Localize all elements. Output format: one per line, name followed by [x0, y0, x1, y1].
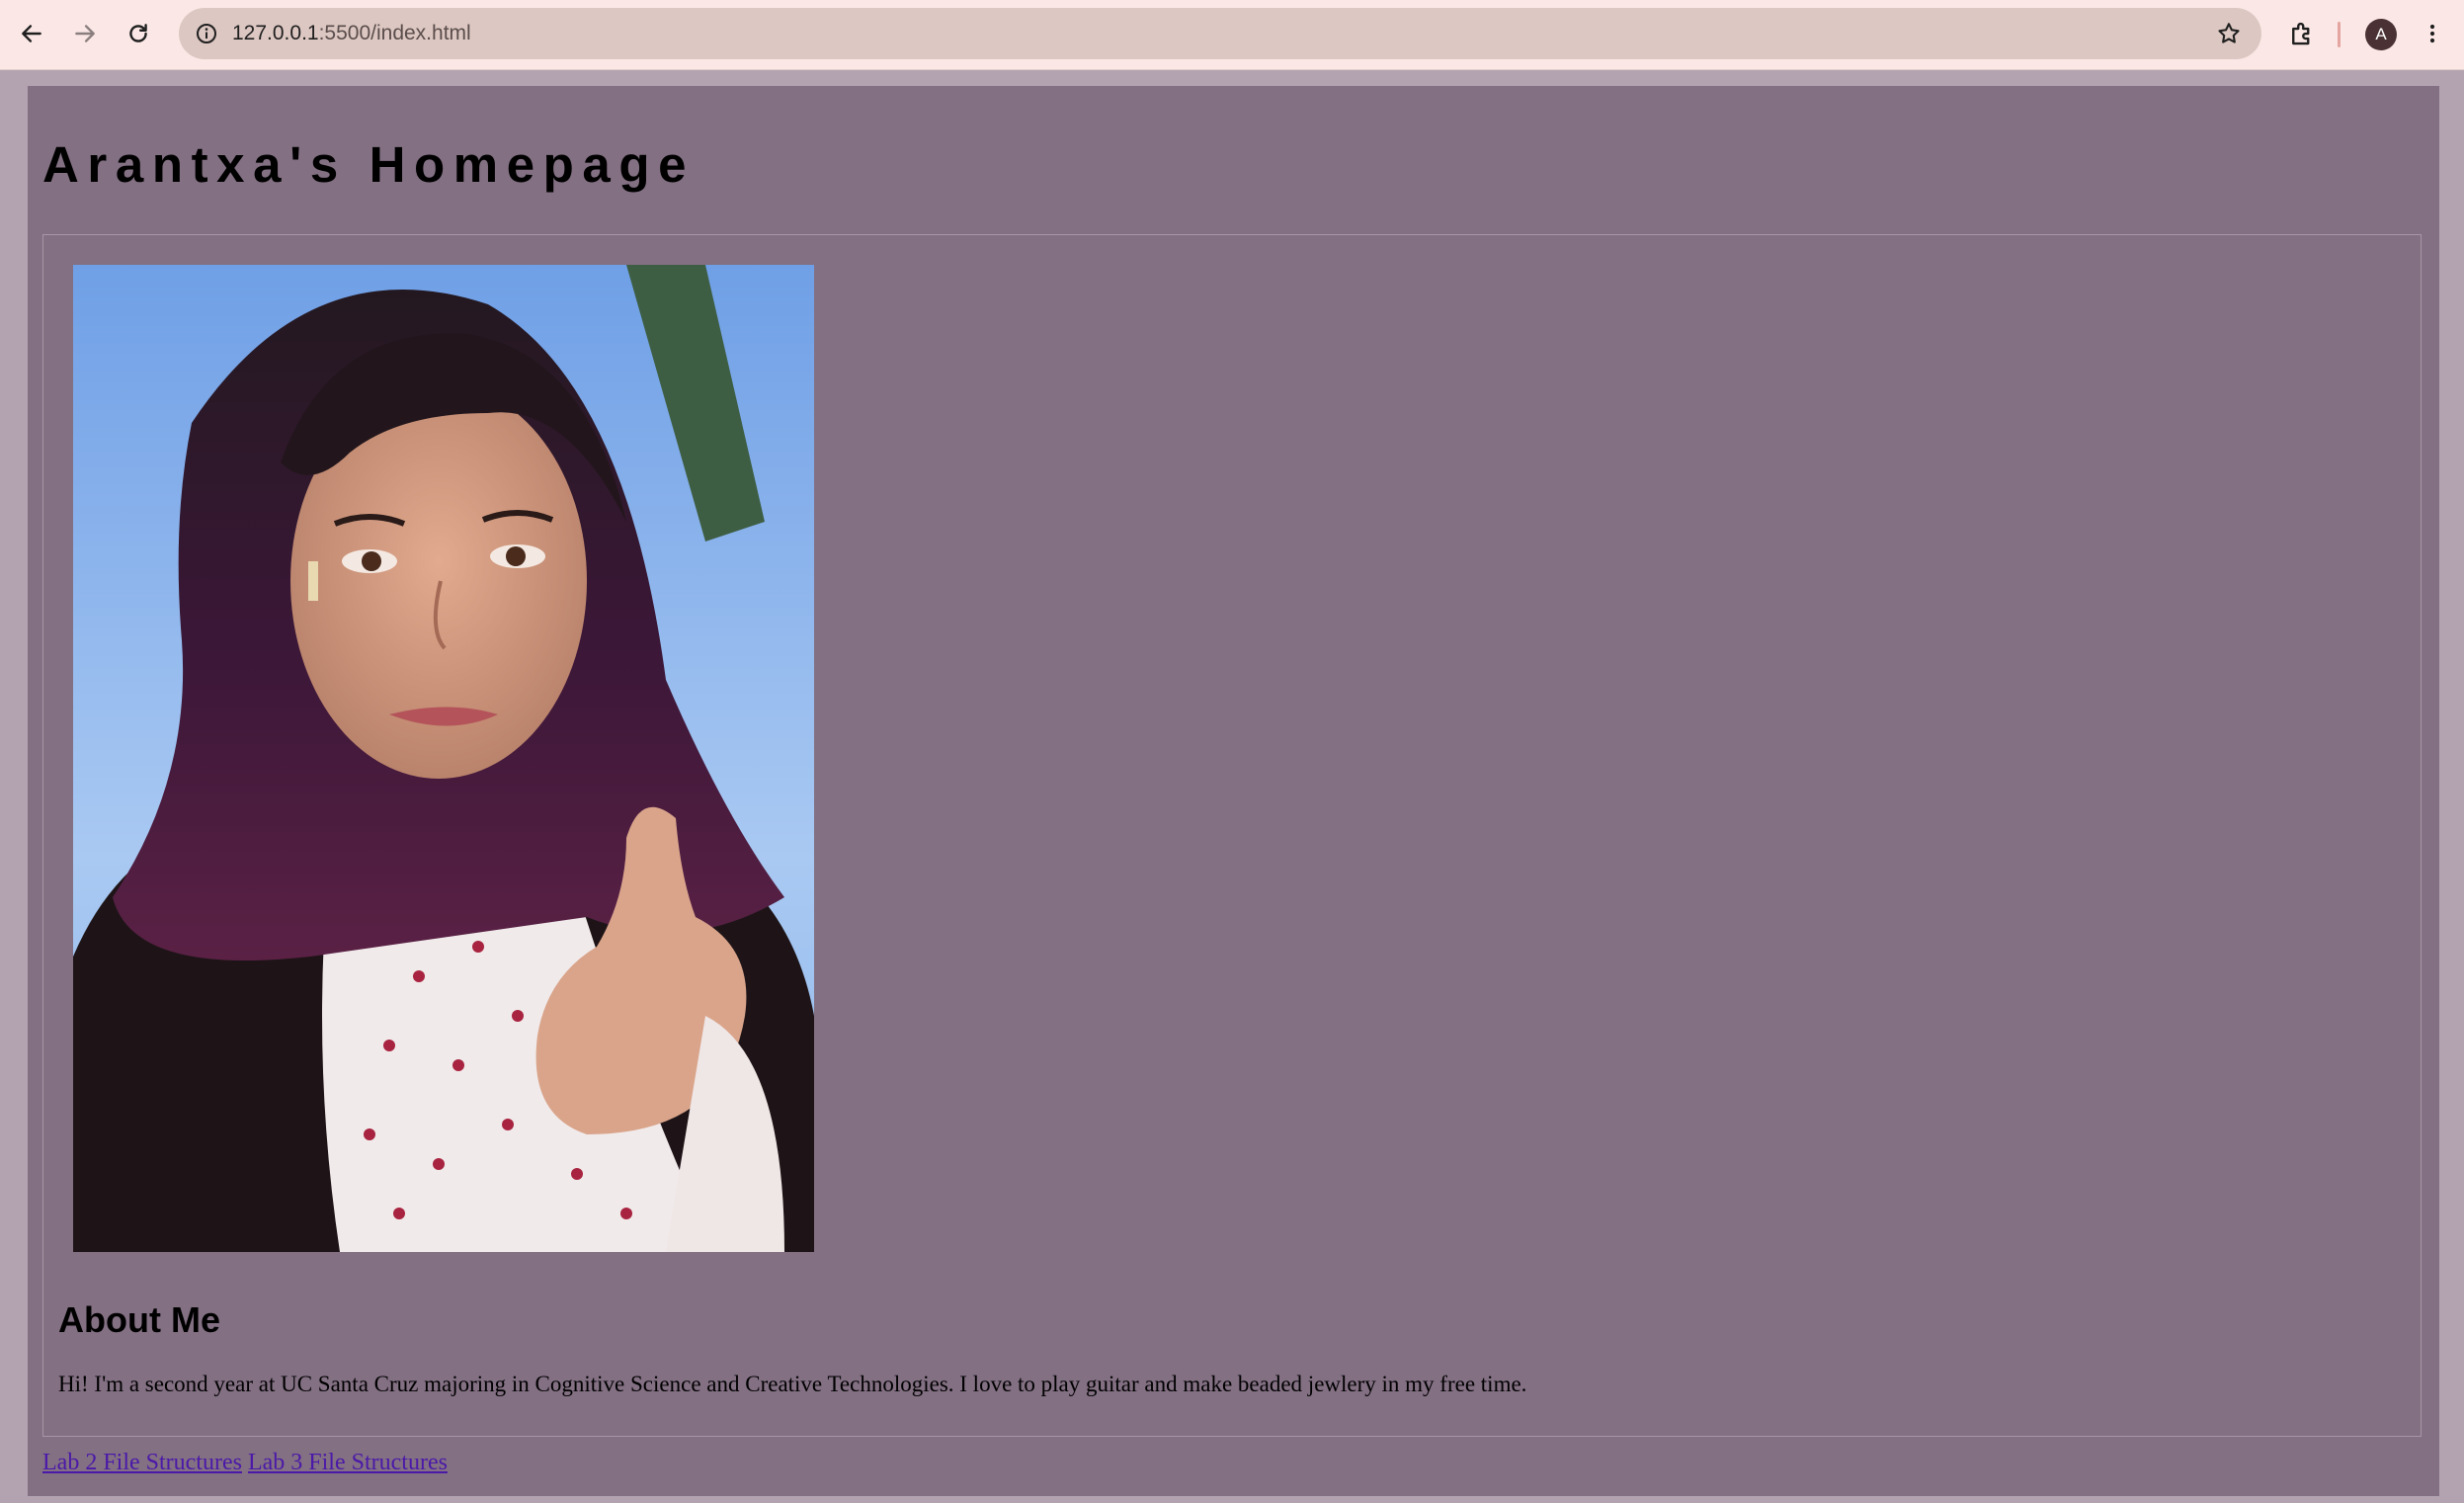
bookmark-button[interactable]: [2214, 19, 2244, 48]
forward-arrow-icon: [75, 25, 95, 42]
address-bar[interactable]: 127.0.0.1:5500/index.html: [179, 8, 2261, 59]
page-body: Arantxa's Homepage About Me Hi! I'm a se…: [28, 86, 2439, 1496]
url-host: 127.0.0.1: [232, 22, 319, 44]
browser-toolbar: 127.0.0.1:5500/index.html A: [0, 0, 2464, 70]
toolbar-divider: [2338, 22, 2341, 47]
back-arrow-icon: [22, 25, 41, 42]
profile-avatar[interactable]: A: [2365, 19, 2397, 50]
about-heading: About Me: [58, 1299, 220, 1340]
forward-button[interactable]: [63, 12, 107, 55]
star-icon: [2218, 23, 2240, 43]
reload-button[interactable]: [117, 12, 160, 55]
reload-icon: [129, 24, 147, 42]
profile-photo: [73, 265, 814, 1252]
page-title: Arantxa's Homepage: [42, 136, 696, 193]
about-text: Hi! I'm a second year at UC Santa Cruz m…: [58, 1372, 1527, 1396]
kebab-menu-icon: [2429, 24, 2435, 43]
url-path: :5500/index.html: [318, 22, 471, 44]
profile-photo-illustration: [73, 265, 814, 1252]
site-info-button[interactable]: [193, 20, 220, 47]
lab3-link[interactable]: Lab 3 File Structures: [248, 1450, 448, 1475]
url-text[interactable]: 127.0.0.1:5500/index.html: [232, 8, 471, 59]
back-button[interactable]: [10, 12, 53, 55]
puzzle-icon: [2292, 22, 2310, 45]
lab-links: Lab 2 File Structures Lab 3 File Structu…: [42, 1450, 448, 1476]
info-icon: [197, 24, 216, 43]
profile-card: About Me Hi! I'm a second year at UC San…: [42, 234, 2422, 1437]
browser-menu-button[interactable]: [2419, 14, 2446, 53]
lab2-link[interactable]: Lab 2 File Structures: [42, 1450, 242, 1475]
extensions-button[interactable]: [2282, 14, 2322, 53]
